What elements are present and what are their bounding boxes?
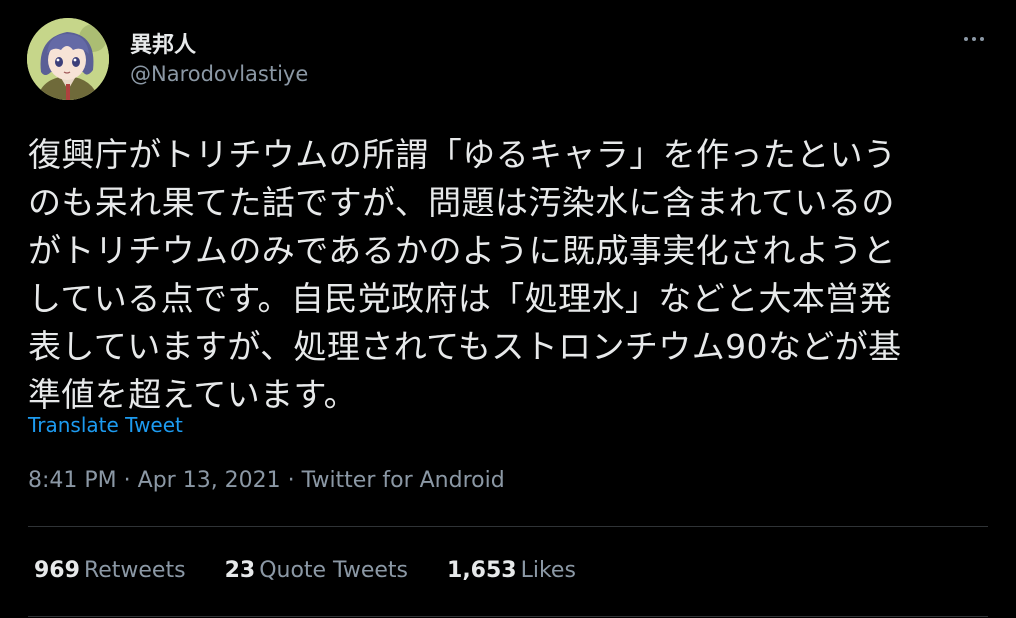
tweet-text-line: がトリチウムのみであるかのように既成事実化されようと	[28, 231, 897, 270]
tweet-date[interactable]: Apr 13, 2021	[138, 468, 281, 493]
retweets-stat[interactable]: 969 Retweets	[34, 558, 186, 583]
likes-count: 1,653	[447, 558, 517, 583]
meta-separator: ·	[280, 468, 302, 493]
tweet-time[interactable]: 8:41 PM	[28, 468, 117, 493]
tweet-text-line: 準値を超えています。	[28, 375, 358, 414]
divider	[28, 616, 988, 617]
tweet-text-line: 復興庁がトリチウムの所謂「ゆるキャラ」を作ったという	[28, 135, 897, 174]
author-handle[interactable]: @Narodovlastiye	[130, 62, 308, 86]
avatar[interactable]	[27, 18, 109, 100]
quote-tweets-label: Quote Tweets	[259, 558, 409, 583]
divider	[28, 526, 988, 527]
tweet-text: 復興庁がトリチウムの所謂「ゆるキャラ」を作ったという のも呆れ果てた話ですが、問…	[28, 131, 988, 419]
tweet-text-line: 表していますが、処理されてもストロンチウム90などが基	[28, 327, 902, 366]
more-options-button[interactable]	[956, 26, 992, 52]
tweet-text-line: のも呆れ果てた話ですが、問題は汚染水に含まれているの	[28, 183, 895, 222]
tweet-metadata: 8:41 PM · Apr 13, 2021 · Twitter for And…	[28, 468, 505, 493]
meta-separator: ·	[116, 468, 138, 493]
engagement-stats: 969 Retweets 23 Quote Tweets 1,653 Likes	[34, 558, 608, 583]
anime-avatar-icon	[27, 18, 109, 100]
likes-label: Likes	[520, 558, 576, 583]
quote-tweets-count: 23	[224, 558, 256, 583]
author-display-name[interactable]: 異邦人	[130, 27, 196, 59]
retweets-label: Retweets	[83, 558, 186, 583]
tweet-detail: 異邦人 @Narodovlastiye 復興庁がトリチウムの所謂「ゆるキャラ」を…	[0, 0, 1016, 618]
tweet-source[interactable]: Twitter for Android	[302, 468, 505, 493]
likes-stat[interactable]: 1,653 Likes	[447, 558, 576, 583]
quote-tweets-stat[interactable]: 23 Quote Tweets	[225, 558, 408, 583]
retweets-count: 969	[34, 558, 80, 583]
more-options-icon	[964, 37, 968, 41]
translate-tweet-link[interactable]: Translate Tweet	[28, 413, 183, 437]
tweet-text-line: している点です。自民党政府は「処理水」などと大本営発	[28, 279, 893, 318]
